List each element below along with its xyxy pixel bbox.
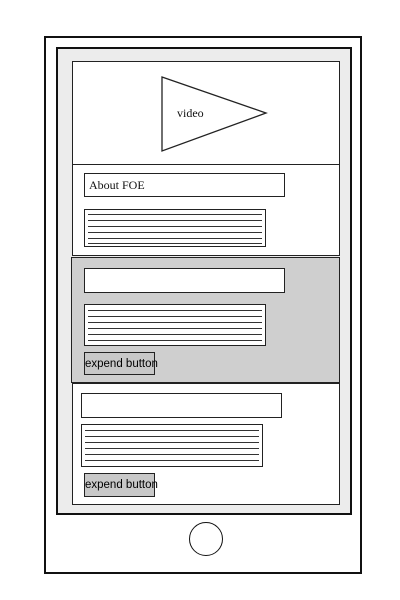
- home-button[interactable]: [189, 522, 223, 556]
- expand-button[interactable]: expend button: [84, 473, 158, 497]
- section-text-block: [81, 424, 263, 467]
- about-title: About FOE: [84, 173, 285, 197]
- about-section: About FOE: [72, 164, 340, 256]
- video-label: video: [177, 106, 204, 120]
- expand-button[interactable]: expend button: [84, 352, 158, 375]
- expanded-section: expend button: [71, 257, 340, 383]
- section-title-field: [81, 393, 282, 418]
- section-title-field: [84, 268, 285, 293]
- collapsed-section: expend button: [72, 383, 340, 505]
- about-text-block: [84, 209, 266, 247]
- video-player[interactable]: [73, 62, 341, 166]
- section-text-block: [84, 304, 266, 346]
- video-section: video: [72, 61, 340, 165]
